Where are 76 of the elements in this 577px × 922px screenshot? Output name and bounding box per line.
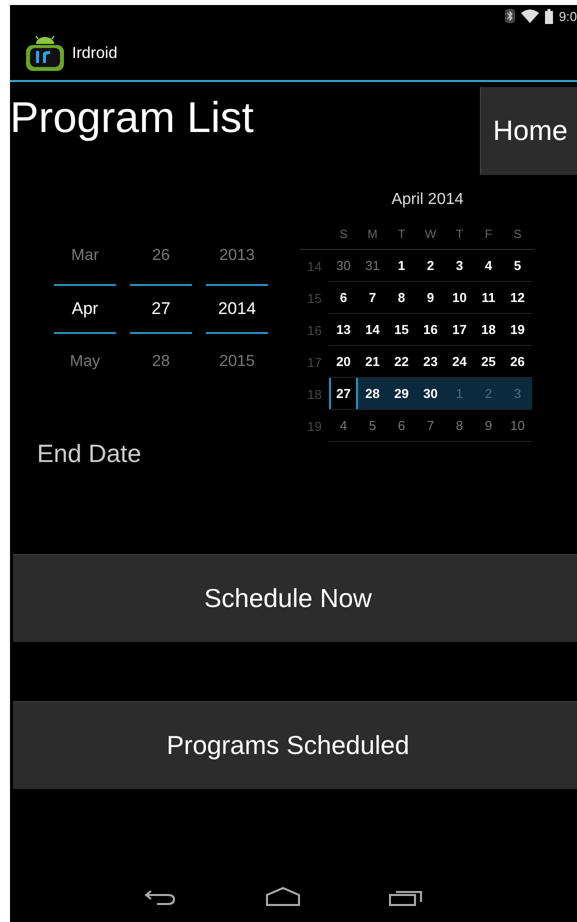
picker-field[interactable]: 27	[130, 284, 192, 334]
calendar-day[interactable]: 29	[387, 378, 416, 409]
week-number: 19	[306, 418, 323, 436]
clock-time: 9:0	[558, 8, 577, 24]
calendar-day[interactable]: 14	[358, 314, 387, 345]
calendar-day[interactable]: 20	[329, 346, 358, 377]
calendar-day[interactable]: 4	[329, 410, 358, 441]
action-button[interactable]: Schedule Now	[13, 554, 577, 642]
picker-value[interactable]: 28	[130, 344, 192, 380]
calendar-day[interactable]: 6	[329, 282, 358, 313]
calendar-day[interactable]: 10	[445, 282, 474, 313]
calendar-day[interactable]: 1	[387, 250, 416, 281]
week-number: 15	[306, 290, 323, 308]
week-number: 17	[306, 354, 323, 372]
picker-field[interactable]: 2014	[206, 284, 268, 334]
calendar-day[interactable]: 23	[416, 346, 445, 377]
calendar-day[interactable]: 21	[358, 346, 387, 377]
calendar-day[interactable]: 22	[387, 346, 416, 377]
weekday-label: T	[396, 226, 406, 243]
calendar-day[interactable]: 28	[358, 378, 387, 409]
calendar-day[interactable]: 3	[445, 250, 474, 281]
calendar-day[interactable]: 2	[416, 250, 445, 281]
calendar-day[interactable]: 5	[503, 250, 532, 281]
week-number: 16	[306, 322, 323, 340]
calendar-day[interactable]: 18	[474, 314, 503, 345]
picker-value[interactable]: Mar	[54, 238, 116, 274]
calendar-day[interactable]: 16	[416, 314, 445, 345]
picker-value[interactable]: May	[54, 344, 116, 380]
calendar-day[interactable]: 4	[474, 250, 503, 281]
calendar-day[interactable]: 10	[503, 410, 532, 441]
calendar-day[interactable]: 8	[445, 410, 474, 441]
month-title: April 2014	[390, 191, 465, 210]
weekday-label: S	[338, 226, 348, 243]
picker-field[interactable]: Apr	[54, 284, 116, 334]
calendar-day[interactable]: 24	[445, 346, 474, 377]
calendar-day[interactable]: 31	[358, 250, 387, 281]
picker-value[interactable]: 2015	[206, 344, 268, 380]
week-number: 14	[306, 258, 323, 276]
app-title: Irdroid	[72, 44, 118, 62]
back-icon[interactable]	[142, 888, 176, 906]
calendar-day[interactable]: 9	[416, 282, 445, 313]
tv-logo-icon[interactable]	[25, 36, 65, 72]
page-title: Program List	[10, 94, 254, 143]
battery-icon	[544, 8, 553, 24]
action-button[interactable]: Programs Scheduled	[13, 701, 577, 789]
weekday-label: W	[424, 226, 438, 243]
bluetooth-icon	[504, 9, 515, 23]
calendar-day[interactable]: 15	[387, 314, 416, 345]
calendar-day[interactable]: 30	[416, 378, 445, 409]
wifi-icon	[520, 9, 539, 23]
weekday-label: M	[366, 226, 378, 243]
end-date-label: End Date	[36, 439, 142, 470]
calendar-day[interactable]: 5	[358, 410, 387, 441]
home-icon[interactable]	[264, 887, 300, 907]
calendar-day[interactable]: 17	[445, 314, 474, 345]
calendar-day[interactable]: 27	[329, 378, 358, 409]
calendar-day[interactable]: 6	[387, 410, 416, 441]
calendar-day[interactable]: 7	[358, 282, 387, 313]
weekday-label: S	[512, 226, 522, 243]
weekday-label: F	[484, 226, 494, 243]
calendar-day[interactable]: 25	[474, 346, 503, 377]
home-button[interactable]: Home	[480, 87, 577, 175]
picker-value[interactable]: 2013	[206, 238, 268, 274]
calendar-day[interactable]: 9	[474, 410, 503, 441]
week-number: 18	[306, 386, 323, 404]
calendar-day[interactable]: 7	[416, 410, 445, 441]
recent-apps-icon[interactable]	[388, 888, 422, 906]
calendar-day[interactable]: 8	[387, 282, 416, 313]
calendar-day[interactable]: 12	[503, 282, 532, 313]
calendar-day[interactable]: 19	[503, 314, 532, 345]
weekday-label: T	[454, 226, 464, 243]
picker-value[interactable]: 26	[130, 238, 192, 274]
calendar-day[interactable]: 11	[474, 282, 503, 313]
calendar-day[interactable]: 13	[329, 314, 358, 345]
calendar-day[interactable]: 30	[329, 250, 358, 281]
calendar-day[interactable]: 26	[503, 346, 532, 377]
